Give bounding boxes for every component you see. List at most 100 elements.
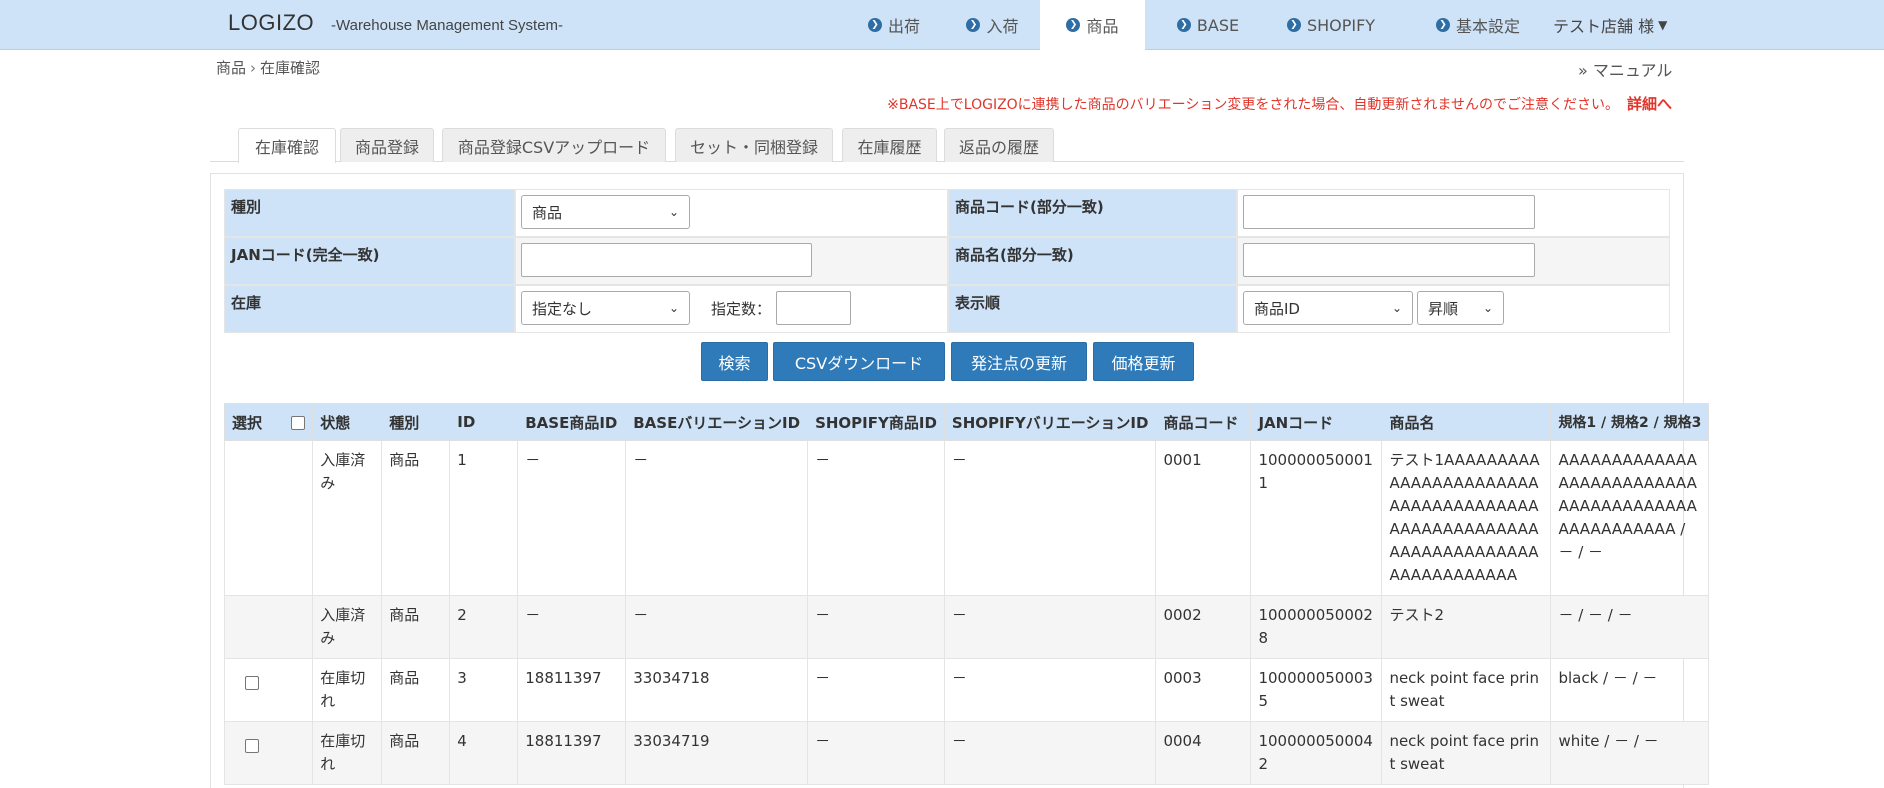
col-product-name: 商品名 (1381, 403, 1552, 441)
select-all-checkbox[interactable] (291, 416, 306, 430)
col-shopify-product-id: SHOPIFY商品ID (807, 403, 945, 441)
type-cell: 商品 (381, 721, 451, 785)
tab-csv-upload[interactable]: 商品登録CSVアップロード (442, 128, 666, 162)
shopify-var-cell: － (943, 595, 1157, 659)
chevron-right-circle-icon: ❯ (1435, 18, 1450, 32)
app-brand[interactable]: LOGIZO (228, 10, 314, 36)
nav-item-settings[interactable]: ❯ 基本設定 (1418, 0, 1538, 50)
stock-select[interactable]: 指定なし ⌄ (521, 291, 690, 325)
notice-detail-link[interactable]: 詳細へ (1627, 95, 1672, 113)
product-code-input[interactable] (1243, 195, 1535, 229)
user-menu[interactable]: テスト店舗 様 ▼ (1553, 0, 1667, 50)
chevron-down-icon: ▼ (1658, 18, 1668, 32)
nav-item-label: BASE (1196, 15, 1240, 35)
type-cell: 商品 (381, 595, 451, 659)
breadcrumb-parent[interactable]: 商品 (216, 59, 246, 77)
type-label: 種別 (224, 189, 515, 237)
table-row: 入庫済み 商品 1 － － － － 0001 1000000500011 テスト… (223, 440, 1710, 596)
code-cell: 0003 (1155, 658, 1252, 722)
id-cell: 1 (449, 440, 519, 596)
app-subtitle: -Warehouse Management System- (331, 17, 564, 34)
nav-item-receiving[interactable]: ❯ 入荷 (945, 0, 1040, 50)
stock-label: 在庫 (224, 285, 515, 333)
table-row: 在庫切れ 商品 3 18811397 33034718 － － 0003 100… (223, 658, 1710, 722)
code-cell: 0004 (1155, 721, 1252, 785)
select-cell (223, 658, 314, 722)
name-cell[interactable]: neck point face print sweat (1381, 658, 1552, 722)
base-var-cell: － (625, 440, 809, 596)
chevron-right-circle-icon: ❯ (966, 18, 981, 32)
jan-cell: 1000000500042 (1250, 721, 1383, 785)
code-cell: 0001 (1155, 440, 1252, 596)
chevron-down-icon: ⌄ (668, 301, 679, 315)
table-row: 在庫切れ 商品 4 18811397 33034719 － － 0004 100… (223, 721, 1710, 785)
user-name: テスト店舗 様 (1553, 17, 1655, 36)
tab-stock-check[interactable]: 在庫確認 (238, 128, 336, 163)
notice-text: ※BASE上でLOGIZOに連携した商品のバリエーション変更をされた場合、自動更… (887, 97, 1619, 113)
code-cell: 0002 (1155, 595, 1252, 659)
product-code-label: 商品コード(部分一致) (948, 189, 1237, 237)
id-cell: 2 (449, 595, 519, 659)
manual-link[interactable]: » マニュアル (1578, 57, 1672, 81)
table-header-row: 選択 状態 種別 ID BASE商品ID BASEバリエーションID SHOPI… (223, 403, 1710, 441)
row-checkbox[interactable] (245, 675, 259, 690)
csv-download-button[interactable]: CSVダウンロード (773, 342, 945, 381)
row-checkbox[interactable] (245, 738, 259, 753)
type-select[interactable]: 商品 ⌄ (521, 195, 690, 229)
name-cell[interactable]: テスト1AAAAAAAAAAAAAAAAAAAAAAAAAAAAAAAAAAAA… (1381, 440, 1552, 596)
top-navbar: LOGIZO -Warehouse Management System- ❯ 出… (0, 0, 1884, 50)
base-var-cell: － (625, 595, 809, 659)
jan-cell: 1000000500028 (1250, 595, 1383, 659)
chevron-right-circle-icon: ❯ (1176, 18, 1191, 32)
nav-item-shipping[interactable]: ❯ 出荷 (843, 0, 945, 50)
col-select: 選択 (223, 403, 314, 441)
breadcrumb-current: 在庫確認 (260, 59, 321, 77)
shopify-var-cell: － (943, 658, 1157, 722)
nav-item-base[interactable]: ❯ BASE (1158, 0, 1258, 50)
shopify-var-cell: － (943, 721, 1157, 785)
name-cell[interactable]: neck point face print sweat (1381, 721, 1552, 785)
tab-set-register[interactable]: セット・同梱登録 (675, 128, 833, 162)
order-select[interactable]: 商品ID ⌄ (1243, 291, 1413, 325)
chevron-down-icon: ⌄ (1482, 301, 1493, 315)
breadcrumb: 商品 › 在庫確認 (216, 57, 320, 78)
chevron-down-icon: ⌄ (668, 205, 679, 219)
id-cell: 3 (449, 658, 519, 722)
tab-stock-history[interactable]: 在庫履歴 (842, 128, 937, 162)
shopify-var-cell: － (943, 440, 1157, 596)
price-update-button[interactable]: 価格更新 (1093, 342, 1194, 381)
nav-item-label: 基本設定 (1455, 17, 1520, 36)
spec-cell: white / － / － (1550, 721, 1710, 785)
status-cell: 入庫済み (312, 440, 383, 596)
status-cell: 入庫済み (312, 595, 383, 659)
tab-product-register[interactable]: 商品登録 (340, 128, 434, 162)
status-cell: 在庫切れ (312, 658, 383, 722)
jan-cell: 1000000500011 (1250, 440, 1383, 596)
nav-item-products[interactable]: ❯ 商品 (1040, 0, 1145, 50)
nav-item-label: 出荷 (887, 17, 920, 36)
nav-item-shopify[interactable]: ❯ SHOPIFY (1272, 0, 1390, 50)
order-select-value: 商品ID (1254, 299, 1300, 318)
shopify-id-cell: － (807, 721, 945, 785)
table-row: 入庫済み 商品 2 － － － － 0002 1000000500028 テスト… (223, 595, 1710, 659)
type-cell: 商品 (381, 658, 451, 722)
stock-select-value: 指定なし (532, 299, 593, 318)
base-var-cell: 33034719 (625, 721, 809, 785)
shopify-id-cell: － (807, 658, 945, 722)
jan-input[interactable] (521, 243, 812, 277)
col-spec: 規格1 / 規格2 / 規格3 (1550, 403, 1710, 441)
name-input[interactable] (1243, 243, 1535, 277)
count-label: 指定数： (711, 300, 772, 318)
type-select-value: 商品 (532, 203, 563, 222)
name-cell[interactable]: テスト2 (1381, 595, 1552, 659)
nav-item-label: SHOPIFY (1306, 15, 1376, 35)
chevron-right-circle-icon: ❯ (1066, 18, 1081, 32)
shopify-id-cell: － (807, 440, 945, 596)
tab-return-history[interactable]: 返品の履歴 (944, 128, 1054, 162)
search-button[interactable]: 検索 (701, 342, 768, 381)
chevron-right-circle-icon: ❯ (867, 18, 882, 32)
tab-bar: 在庫確認 商品登録 商品登録CSVアップロード セット・同梱登録 在庫履歴 返品… (210, 128, 1684, 163)
direction-select[interactable]: 昇順 ⌄ (1417, 291, 1504, 325)
reorder-update-button[interactable]: 発注点の更新 (951, 342, 1087, 381)
count-input[interactable] (776, 291, 851, 325)
